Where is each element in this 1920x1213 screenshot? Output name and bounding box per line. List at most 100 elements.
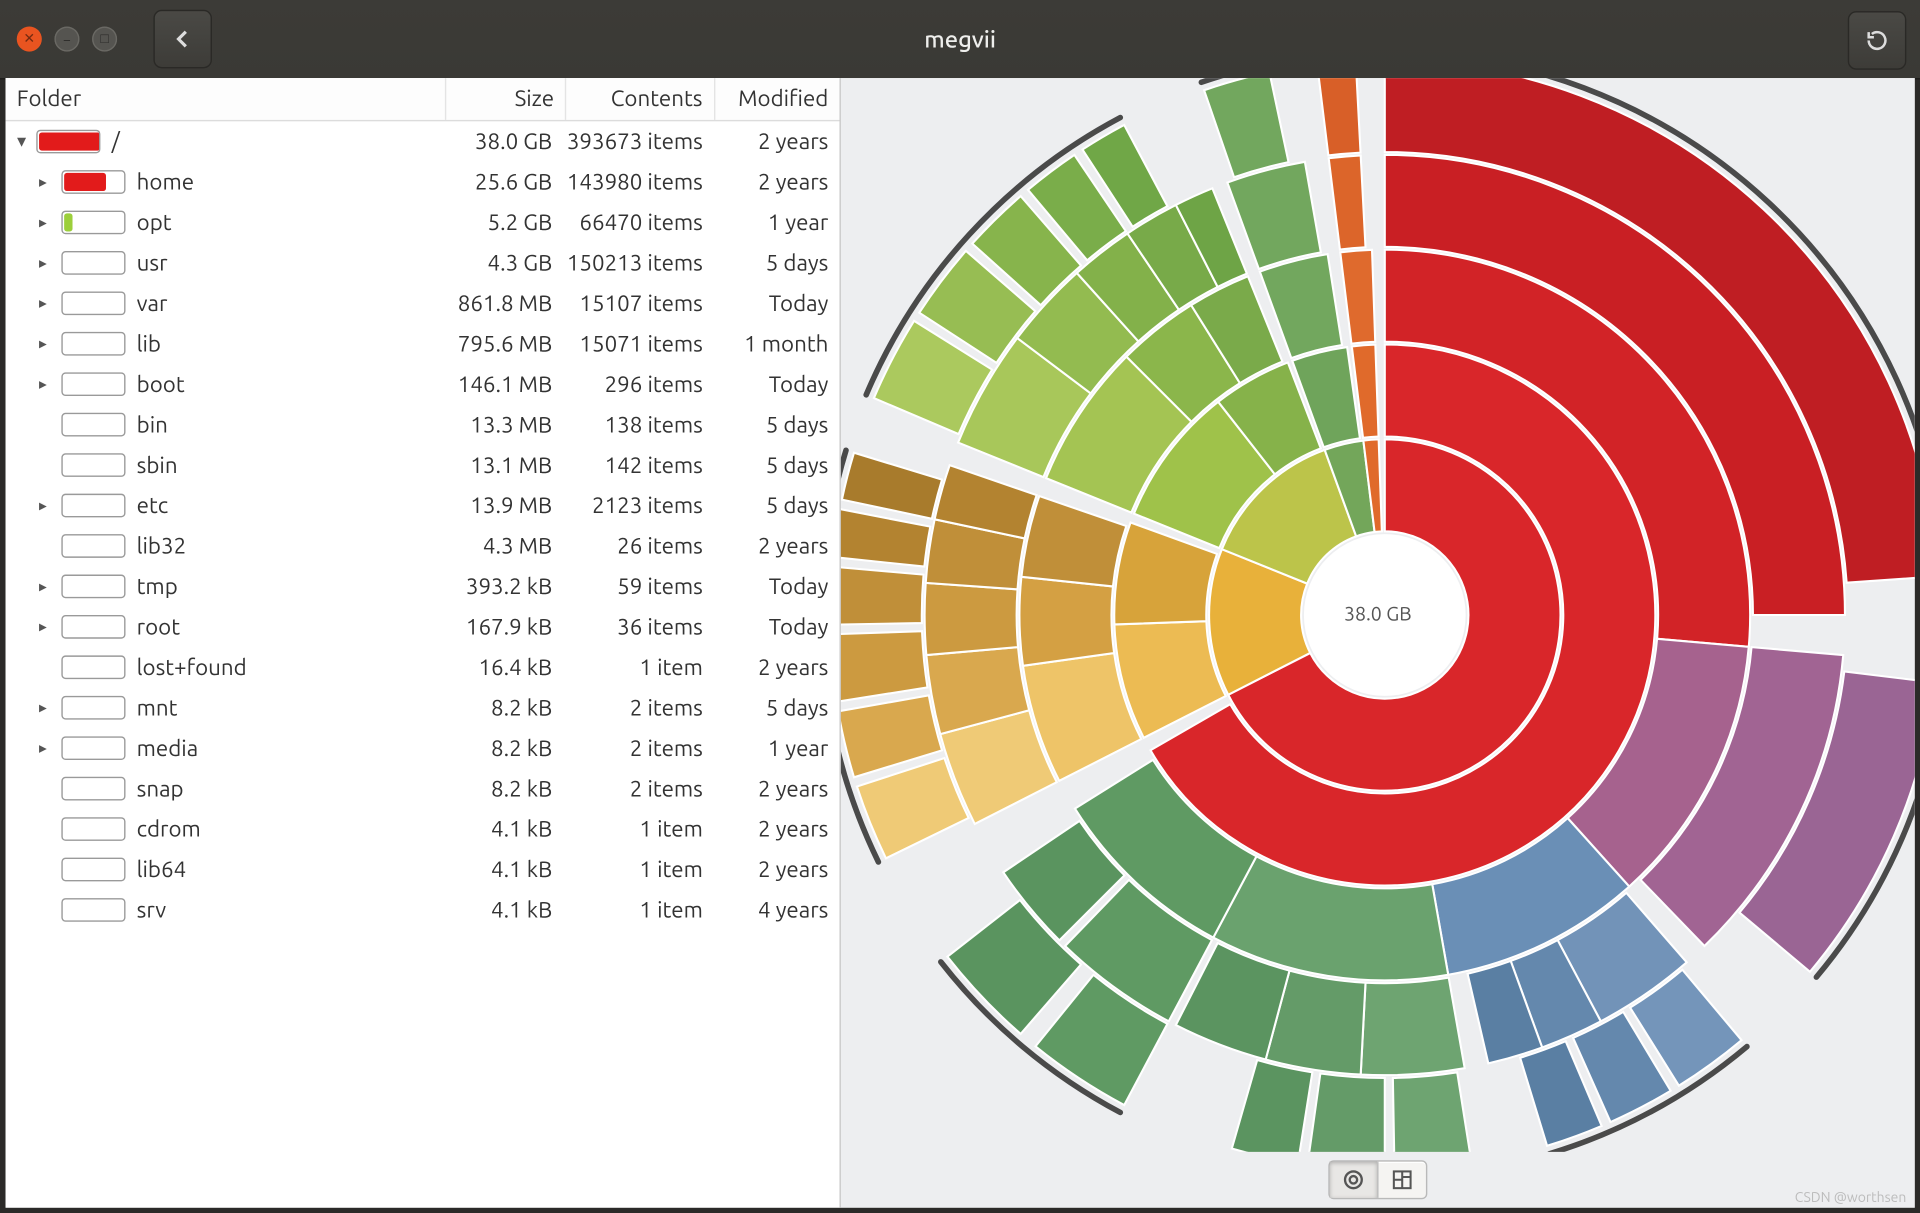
folder-name: tmp [134, 574, 444, 599]
folder-name: opt [134, 210, 444, 235]
cell-size: 38.0 GB [443, 129, 563, 154]
cell-contents: 15107 items [563, 291, 714, 316]
cell-contents: 36 items [563, 614, 714, 639]
cell-modified: 1 year [714, 210, 840, 235]
cell-contents: 138 items [563, 412, 714, 437]
cell-modified: 1 year [714, 736, 840, 761]
tree-row[interactable]: ▸lib795.6 MB15071 items1 month [6, 324, 840, 364]
tree-row[interactable]: ▸ opt5.2 GB66470 items1 year [6, 202, 840, 242]
tree-row[interactable]: lost+found16.4 kB1 item2 years [6, 647, 840, 687]
usage-bar [61, 696, 125, 720]
tree-row[interactable]: ▸root167.9 kB36 itemsToday [6, 607, 840, 647]
titlebar: ✕ − □ megvii [0, 0, 1920, 79]
usage-bar [61, 332, 125, 356]
tree-row[interactable]: ▼/38.0 GB393673 items2 years [6, 121, 840, 161]
cell-size: 5.2 GB [443, 210, 563, 235]
folder-name: bin [134, 412, 444, 437]
tree-row[interactable]: ▸var861.8 MB15107 itemsToday [6, 283, 840, 323]
usage-bar [61, 170, 125, 194]
window-maximize-button[interactable]: □ [92, 26, 117, 51]
chart-panel: 38.0 GB CSDN @worthsen [841, 78, 1915, 1208]
tree-row[interactable]: ▸boot146.1 MB296 itemsToday [6, 364, 840, 404]
folder-name: lost+found [134, 655, 444, 680]
cell-contents: 296 items [563, 372, 714, 397]
expander-icon[interactable]: ▸ [39, 213, 61, 231]
folder-name: home [134, 169, 444, 194]
usage-bar [61, 413, 125, 437]
column-modified[interactable]: Modified [715, 78, 840, 120]
folder-name: srv [134, 897, 444, 922]
expander-icon[interactable]: ▸ [39, 254, 61, 272]
cell-contents: 26 items [563, 533, 714, 558]
expander-icon[interactable]: ▸ [39, 577, 61, 595]
tree-row[interactable]: snap8.2 kB2 items2 years [6, 768, 840, 808]
cell-size: 13.3 MB [443, 412, 563, 437]
ring-chart-button[interactable] [1330, 1162, 1377, 1198]
sunburst-chart[interactable]: 38.0 GB [841, 78, 1915, 1152]
cell-size: 393.2 kB [443, 574, 563, 599]
expander-icon[interactable]: ▸ [39, 375, 61, 393]
window-close-button[interactable]: ✕ [17, 26, 42, 51]
refresh-button[interactable] [1848, 11, 1907, 70]
cell-modified: Today [714, 291, 840, 316]
tree-row[interactable]: ▸etc13.9 MB2123 items5 days [6, 485, 840, 525]
usage-bar [61, 777, 125, 801]
cell-contents: 66470 items [563, 210, 714, 235]
usage-bar [61, 615, 125, 639]
ring-chart-icon [1342, 1169, 1364, 1191]
tree-row[interactable]: bin13.3 MB138 items5 days [6, 404, 840, 444]
tree-row[interactable]: lib644.1 kB1 item2 years [6, 849, 840, 889]
window-title: megvii [0, 26, 1920, 52]
cell-modified: 5 days [714, 412, 840, 437]
tree-row[interactable]: ▸media8.2 kB2 items1 year [6, 728, 840, 768]
column-contents[interactable]: Contents [567, 78, 715, 120]
tree-row[interactable]: ▸mnt8.2 kB2 items5 days [6, 688, 840, 728]
expander-icon[interactable]: ▸ [39, 335, 61, 353]
usage-bar [61, 858, 125, 882]
column-size[interactable]: Size [446, 78, 567, 120]
usage-bar [61, 291, 125, 315]
cell-size: 8.2 kB [443, 736, 563, 761]
treemap-button[interactable] [1377, 1162, 1426, 1198]
cell-modified: 2 years [714, 655, 840, 680]
usage-bar [61, 736, 125, 760]
expander-icon[interactable]: ▸ [39, 496, 61, 514]
tree-row[interactable]: ▸home25.6 GB143980 items2 years [6, 162, 840, 202]
folder-name: etc [134, 493, 444, 518]
expander-icon[interactable]: ▼ [14, 133, 36, 150]
folder-name: media [134, 736, 444, 761]
cell-contents: 1 item [563, 655, 714, 680]
window-minimize-button[interactable]: − [54, 26, 79, 51]
cell-contents: 143980 items [563, 169, 714, 194]
tree-row[interactable]: sbin13.1 MB142 items5 days [6, 445, 840, 485]
tree-row[interactable]: srv4.1 kB1 item4 years [6, 890, 840, 930]
folder-name: root [134, 614, 444, 639]
cell-contents: 393673 items [563, 129, 714, 154]
cell-size: 25.6 GB [443, 169, 563, 194]
cell-modified: 2 years [714, 129, 840, 154]
cell-modified: 5 days [714, 695, 840, 720]
tree-row[interactable]: lib324.3 MB26 items2 years [6, 526, 840, 566]
cell-size: 4.1 kB [443, 817, 563, 842]
tree-row[interactable]: cdrom4.1 kB1 item2 years [6, 809, 840, 849]
expander-icon[interactable]: ▸ [39, 294, 61, 312]
cell-contents: 1 item [563, 817, 714, 842]
cell-size: 861.8 MB [443, 291, 563, 316]
column-folder[interactable]: Folder [6, 78, 446, 120]
expander-icon[interactable]: ▸ [39, 699, 61, 717]
folder-name: lib [134, 331, 444, 356]
expander-icon[interactable]: ▸ [39, 173, 61, 191]
tree-row[interactable]: ▸tmp393.2 kB59 itemsToday [6, 566, 840, 606]
cell-modified: 5 days [714, 493, 840, 518]
back-button[interactable] [153, 10, 212, 69]
cell-size: 4.3 MB [443, 533, 563, 558]
cell-modified: 4 years [714, 897, 840, 922]
expander-icon[interactable]: ▸ [39, 618, 61, 636]
folder-name: boot [134, 372, 444, 397]
tree-row[interactable]: ▸usr4.3 GB150213 items5 days [6, 243, 840, 283]
cell-modified: 5 days [714, 453, 840, 478]
expander-icon[interactable]: ▸ [39, 739, 61, 757]
cell-size: 16.4 kB [443, 655, 563, 680]
folder-name: lib64 [134, 857, 444, 882]
folder-name: usr [134, 250, 444, 275]
